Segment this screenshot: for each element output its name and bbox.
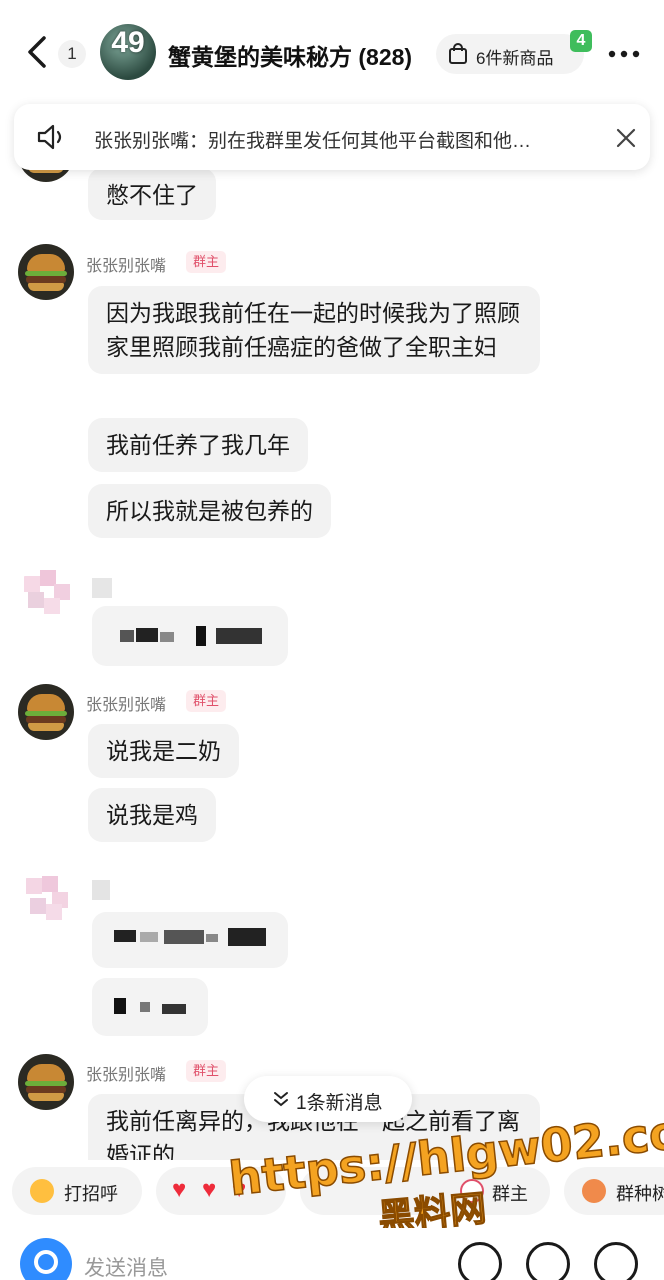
- blurred-avatar[interactable]: [18, 870, 74, 926]
- message-input[interactable]: 发送消息: [84, 1252, 168, 1280]
- group-notice[interactable]: 张张别张嘴：别在我群里发任何其他平台截图和他…: [14, 104, 650, 170]
- owner-badge: 群主: [186, 1060, 227, 1082]
- message-text: 因为我跟我前任在一起的时候我为了照顾家里照顾我前任癌症的爸做了全职主妇: [106, 300, 520, 360]
- message-text: 憋不住了: [106, 182, 198, 208]
- message-text: 所以我就是被包养的: [106, 498, 313, 524]
- chip-label: 群种树: [616, 1184, 664, 1204]
- sender-name: 张张别张嘴: [86, 258, 167, 275]
- new-products-button[interactable]: 6件新商品 4: [436, 30, 592, 74]
- green-count-badge: 4: [570, 30, 592, 52]
- message-bubble[interactable]: 说我是二奶: [88, 724, 239, 778]
- new-products-label: 6件新商品: [476, 49, 554, 68]
- new-messages-button[interactable]: 1条新消息: [244, 1076, 412, 1122]
- avatar[interactable]: [18, 1054, 74, 1110]
- owner-badge: 群主: [186, 251, 227, 273]
- double-chevron-down-icon: [274, 1092, 288, 1107]
- new-messages-label: 1条新消息: [296, 1093, 383, 1114]
- group-avatar-number: 49: [111, 26, 145, 59]
- chip-label: 打招呼: [64, 1184, 118, 1204]
- message-text: 说我是二奶: [106, 738, 221, 764]
- chat-area[interactable]: 憋不住了 张张别张嘴 群主 因为我跟我前任在一起的时候我为了照顾家里照顾我前任癌…: [0, 0, 664, 1160]
- message-text: 说我是鸡: [106, 802, 198, 828]
- message-bubble[interactable]: 憋不住了: [88, 168, 216, 220]
- camera-icon[interactable]: [20, 1238, 72, 1280]
- heart-icon: ♥: [172, 1176, 187, 1203]
- shopping-bag-icon: [449, 43, 467, 64]
- smiley-icon: [30, 1179, 54, 1203]
- message-text: 我前任养了我几年: [106, 432, 290, 458]
- blurred-name: [92, 578, 112, 598]
- blurred-name: [92, 880, 110, 900]
- speaker-icon: [37, 124, 62, 150]
- sender-name: 张张别张嘴: [86, 1067, 167, 1084]
- more-options-icon[interactable]: [604, 40, 644, 68]
- blurred-message[interactable]: [92, 606, 288, 666]
- chat-header: 1 49 蟹黄堡的美味秘方 (828) 6件新商品 4: [0, 0, 664, 100]
- group-avatar[interactable]: 49: [100, 24, 156, 80]
- message-input-bar: 发送消息: [0, 1228, 664, 1280]
- heart-icon: ♥: [202, 1176, 217, 1203]
- message-bubble[interactable]: 说我是鸡: [88, 788, 216, 842]
- blurred-message[interactable]: [92, 978, 208, 1036]
- avatar[interactable]: [18, 684, 74, 740]
- group-title[interactable]: 蟹黄堡的美味秘方 (828): [168, 38, 412, 72]
- unread-count: 1: [58, 40, 86, 68]
- emoji-icon[interactable]: [526, 1242, 570, 1280]
- message-bubble[interactable]: 我前任养了我几年: [88, 418, 308, 472]
- back-arrow-icon[interactable]: [22, 34, 54, 70]
- close-icon[interactable]: [614, 126, 638, 150]
- message-bubble[interactable]: 所以我就是被包养的: [88, 484, 331, 538]
- sender-name: 张张别张嘴: [86, 697, 167, 714]
- message-bubble[interactable]: 因为我跟我前任在一起的时候我为了照顾家里照顾我前任癌症的爸做了全职主妇: [88, 286, 540, 374]
- blurred-message[interactable]: [92, 912, 288, 968]
- avatar[interactable]: [18, 244, 74, 300]
- blurred-avatar[interactable]: [18, 566, 74, 622]
- voice-icon[interactable]: [458, 1242, 502, 1280]
- greet-chip[interactable]: 打招呼: [12, 1167, 142, 1215]
- plus-icon[interactable]: [594, 1242, 638, 1280]
- owner-badge: 群主: [186, 690, 227, 712]
- notice-text: 张张别张嘴：别在我群里发任何其他平台截图和他…: [94, 131, 532, 152]
